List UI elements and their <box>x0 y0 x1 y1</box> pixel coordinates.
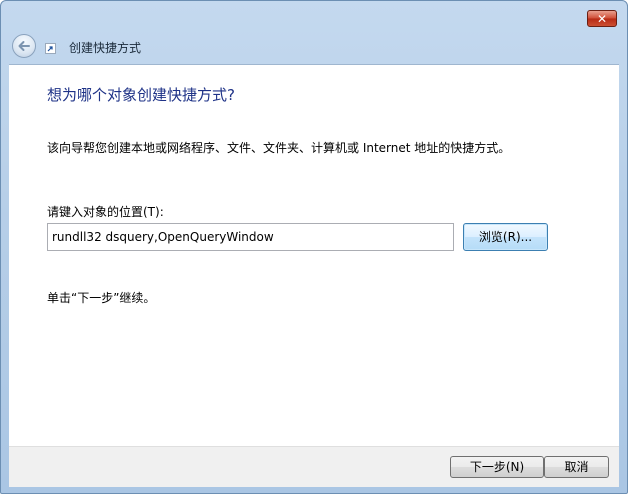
location-label: 请键入对象的位置(T): <box>47 205 164 219</box>
close-icon: ✕ <box>596 12 608 26</box>
shortcut-icon <box>45 43 56 54</box>
next-button[interactable]: 下一步(N) <box>450 456 544 478</box>
back-button[interactable] <box>12 34 36 58</box>
location-input[interactable] <box>47 223 454 251</box>
back-arrow-icon <box>18 41 30 51</box>
browse-button[interactable]: 浏览(R)... <box>463 223 548 251</box>
window-title: 创建快捷方式 <box>69 41 142 55</box>
wizard-description: 该向导帮您创建本地或网络程序、文件、文件夹、计算机或 Internet 地址的快… <box>47 141 511 155</box>
page-title: 想为哪个对象创建快捷方式? <box>47 86 235 104</box>
continue-hint: 单击“下一步”继续。 <box>47 291 156 305</box>
wizard-footer: 下一步(N) 取消 <box>9 446 619 487</box>
wizard-content: 想为哪个对象创建快捷方式? 该向导帮您创建本地或网络程序、文件、文件夹、计算机或… <box>9 64 619 446</box>
cancel-button[interactable]: 取消 <box>544 456 609 478</box>
close-button[interactable]: ✕ <box>587 10 617 27</box>
create-shortcut-window: ✕ 创建快捷方式 想为哪个对象创建快捷方式? 该向导帮您创建本地或网络程序、文件… <box>0 0 628 494</box>
